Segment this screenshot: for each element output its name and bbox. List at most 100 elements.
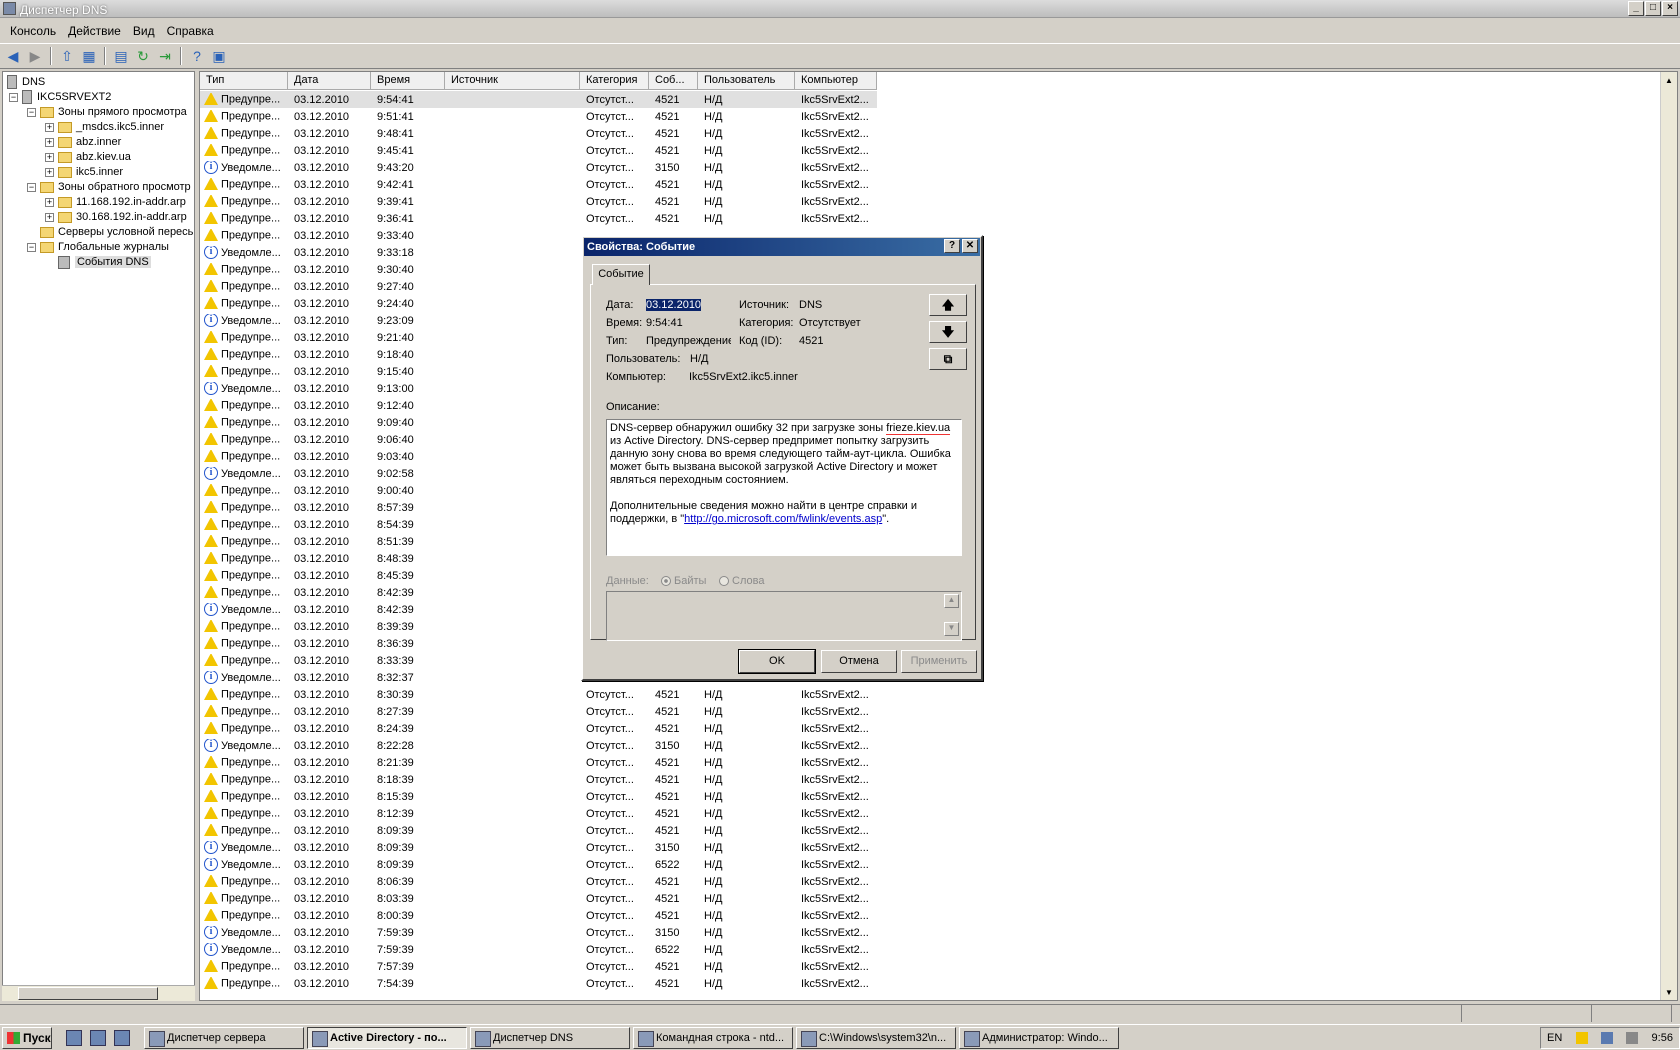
dialog-help-button[interactable]: ? (944, 239, 960, 253)
task-command-prompt[interactable]: Командная строка - ntd... (633, 1026, 793, 1049)
expand-icon[interactable]: + (45, 122, 54, 132)
server-manager-icon[interactable] (66, 1029, 82, 1046)
menu-view[interactable]: Вид (127, 24, 161, 38)
copy-button[interactable]: ⧉ (929, 348, 967, 370)
col-source[interactable]: Источник (445, 72, 580, 90)
export-icon[interactable]: ⇥ (155, 46, 175, 66)
up-folder-icon[interactable]: ⇧ (57, 46, 77, 66)
table-row[interactable]: Предупре... 03.12.2010 8:21:39 Отсутст... 45… (200, 754, 877, 771)
task-dns-manager[interactable]: Диспетчер DNS (470, 1026, 630, 1049)
tree-server[interactable]: − IKC5SRVEXT2 (9, 89, 111, 105)
expand-icon[interactable]: + (45, 152, 54, 162)
list-vertical-scrollbar[interactable]: ▲ ▼ (1660, 72, 1677, 1000)
tree-global-logs[interactable]: − Глобальные журналы (27, 239, 169, 255)
table-row[interactable]: Предупре... 03.12.2010 9:39:41 Отсутст... 45… (200, 193, 877, 210)
table-row[interactable]: i Уведомле... 03.12.2010 8:09:39 Отсутст... 6… (200, 856, 877, 873)
properties-icon[interactable]: ▤ (111, 46, 131, 66)
table-row[interactable]: Предупре... 03.12.2010 8:15:39 Отсутст... 45… (200, 788, 877, 805)
table-row[interactable]: Предупре... 03.12.2010 9:36:41 Отсутст... 45… (200, 210, 877, 227)
clock[interactable]: 9:56 (1652, 1032, 1673, 1044)
bytes-radio[interactable]: Байты (661, 575, 706, 587)
table-row[interactable]: Предупре... 03.12.2010 8:30:39 Отсутст... 45… (200, 686, 877, 703)
minimize-button[interactable]: _ (1628, 1, 1644, 16)
tree-forward-zones[interactable]: − Зоны прямого просмотра (27, 104, 187, 120)
tree-zone[interactable]: + abz.kiev.ua (45, 149, 131, 165)
table-row[interactable]: i Уведомле... 03.12.2010 7:59:39 Отсутст... 6… (200, 941, 877, 958)
menu-help[interactable]: Справка (161, 24, 220, 38)
col-computer[interactable]: Компьютер (795, 72, 877, 90)
cancel-button[interactable]: Отмена (821, 650, 897, 673)
help-icon[interactable]: ? (187, 46, 207, 66)
table-row[interactable]: i Уведомле... 03.12.2010 8:09:39 Отсутст... 3… (200, 839, 877, 856)
ok-button[interactable]: OK (738, 649, 816, 674)
warning-tray-icon[interactable] (1575, 1032, 1588, 1044)
tree-dns-events[interactable]: События DNS (58, 254, 151, 270)
start-button[interactable]: Пуск (2, 1026, 52, 1049)
powershell-icon[interactable] (90, 1029, 106, 1046)
data-box[interactable]: ▲ ▼ (606, 591, 962, 641)
forward-arrow-icon[interactable]: ▶ (25, 46, 45, 66)
table-row[interactable]: Предупре... 03.12.2010 8:06:39 Отсутст... 45… (200, 873, 877, 890)
table-row[interactable]: Предупре... 03.12.2010 8:18:39 Отсутст... 45… (200, 771, 877, 788)
table-row[interactable]: Предупре... 03.12.2010 7:54:39 Отсутст... 45… (200, 975, 877, 992)
tree-zone[interactable]: + abz.inner (45, 134, 121, 150)
expand-icon[interactable]: + (45, 212, 54, 222)
network-tray-icon[interactable] (1600, 1032, 1613, 1044)
scroll-thumb[interactable] (18, 987, 158, 1000)
task-system32[interactable]: C:\Windows\system32\n... (796, 1026, 956, 1049)
description-text[interactable]: DNS-сервер обнаружил ошибку 32 при загру… (606, 419, 962, 556)
volume-tray-icon[interactable] (1626, 1032, 1639, 1044)
tree-zone[interactable]: + _msdcs.ikc5.inner (45, 119, 164, 135)
table-row[interactable]: Предупре... 03.12.2010 9:42:41 Отсутст... 45… (200, 176, 877, 193)
col-type[interactable]: Тип (200, 72, 288, 90)
maximize-button[interactable]: □ (1645, 1, 1661, 16)
menu-action[interactable]: Действие (62, 24, 127, 38)
internet-explorer-icon[interactable] (114, 1029, 130, 1046)
tree-dns-root[interactable]: DNS (7, 74, 45, 90)
tree-zone[interactable]: + ikc5.inner (45, 164, 123, 180)
tab-event[interactable]: Событие (592, 264, 650, 285)
scroll-down-icon[interactable]: ▼ (944, 622, 959, 636)
table-row[interactable]: i Уведомле... 03.12.2010 8:22:28 Отсутст... 3… (200, 737, 877, 754)
table-row[interactable]: Предупре... 03.12.2010 7:57:39 Отсутст... 45… (200, 958, 877, 975)
expand-icon[interactable]: + (45, 197, 54, 207)
apply-button[interactable]: Применить (901, 650, 977, 673)
col-time[interactable]: Время (371, 72, 445, 90)
help-link[interactable]: http://go.microsoft.com/fwlink/events.as… (684, 513, 882, 525)
task-server-manager[interactable]: Диспетчер сервера (144, 1026, 304, 1049)
tree-zone[interactable]: +30.168.192.in-addr.arp (45, 209, 187, 225)
expand-icon[interactable]: + (45, 137, 54, 147)
table-row[interactable]: Предупре... 03.12.2010 8:03:39 Отсутст... 45… (200, 890, 877, 907)
table-row[interactable]: Предупре... 03.12.2010 9:54:41 Отсутст... 45… (200, 91, 877, 108)
table-row[interactable]: Предупре... 03.12.2010 9:45:41 Отсутст... 45… (200, 142, 877, 159)
refresh-icon[interactable]: ↻ (133, 46, 153, 66)
show-tree-icon[interactable]: ▦ (79, 46, 99, 66)
close-button[interactable]: × (1662, 1, 1678, 16)
next-event-button[interactable]: 🡇 (929, 321, 967, 343)
table-row[interactable]: Предупре... 03.12.2010 9:48:41 Отсутст... 45… (200, 125, 877, 142)
task-administrator[interactable]: Администратор: Windo... (959, 1026, 1119, 1049)
col-event[interactable]: Соб... (649, 72, 698, 90)
table-row[interactable]: Предупре... 03.12.2010 8:09:39 Отсутст... 45… (200, 822, 877, 839)
words-radio[interactable]: Слова (719, 575, 764, 587)
table-row[interactable]: Предупре... 03.12.2010 8:24:39 Отсутст... 45… (200, 720, 877, 737)
tree-reverse-zones[interactable]: − Зоны обратного просмотр (27, 179, 191, 195)
table-row[interactable]: Предупре... 03.12.2010 8:27:39 Отсутст... 45… (200, 703, 877, 720)
table-row[interactable]: Предупре... 03.12.2010 8:00:39 Отсутст... 45… (200, 907, 877, 924)
col-user[interactable]: Пользователь (698, 72, 795, 90)
tree-conditional-forwarders[interactable]: Серверы условной пересь (40, 224, 193, 240)
menu-console[interactable]: Консоль (4, 24, 62, 38)
dialog-close-button[interactable]: ✕ (962, 239, 978, 253)
data-scrollbar[interactable]: ▲ ▼ (944, 594, 959, 638)
task-active-directory[interactable]: Active Directory - по... (307, 1026, 467, 1049)
expand-icon[interactable]: + (45, 167, 54, 177)
action-pane-icon[interactable]: ▣ (209, 46, 229, 66)
date-value[interactable]: 03.12.2010 (646, 299, 702, 311)
tree-horizontal-scrollbar[interactable] (2, 985, 195, 1001)
collapse-icon[interactable]: − (27, 107, 36, 117)
scroll-up-icon[interactable]: ▲ (944, 594, 959, 608)
collapse-icon[interactable]: − (9, 92, 18, 102)
collapse-icon[interactable]: − (27, 242, 36, 252)
table-row[interactable]: Предупре... 03.12.2010 8:12:39 Отсутст... 45… (200, 805, 877, 822)
language-indicator[interactable]: EN (1547, 1032, 1562, 1044)
